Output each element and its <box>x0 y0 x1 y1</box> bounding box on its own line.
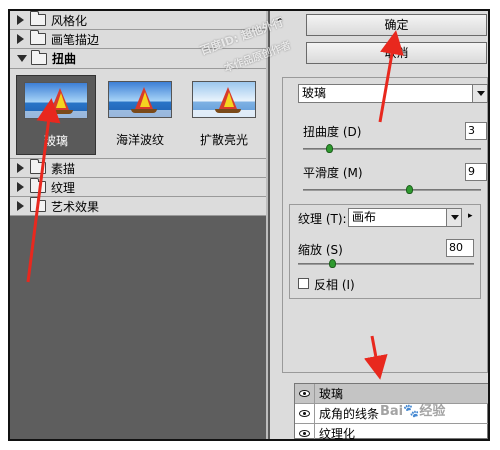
category-label: 风格化 <box>51 13 88 28</box>
filter-select[interactable]: 玻璃 <box>298 84 488 103</box>
chevron-down-icon[interactable] <box>472 85 487 102</box>
collapse-triangle-icon[interactable] <box>17 55 27 62</box>
expand-triangle-icon[interactable] <box>17 163 24 173</box>
scaling-label: 缩放 (S) <box>298 243 343 257</box>
filter-settings-panel: ⌃ 确定 取消 玻璃 扭曲度 (D) 3 平滑度 (M) 9 纹理 (T): 画… <box>270 11 488 439</box>
category-sketch[interactable]: 素描 <box>10 159 266 178</box>
folder-icon <box>30 11 46 26</box>
distortion-input[interactable]: 3 <box>465 122 487 140</box>
category-texture[interactable]: 纹理 <box>10 178 266 197</box>
eye-icon[interactable] <box>295 404 315 423</box>
layer-label: 玻璃 <box>319 387 344 401</box>
filter-options-box: 玻璃 扭曲度 (D) 3 平滑度 (M) 9 纹理 (T): 画布 ▸ 缩放 (… <box>282 77 488 373</box>
cancel-button[interactable]: 取消 <box>306 42 487 64</box>
folder-icon <box>30 159 46 174</box>
thumbnail-label: 扩散亮光 <box>199 133 248 147</box>
texture-select-value: 画布 <box>352 210 377 224</box>
expand-triangle-icon[interactable] <box>17 201 24 211</box>
invert-label: 反相 (I) <box>314 278 355 292</box>
filter-gallery-panel: 风格化 画笔描边 扭曲 玻璃 海洋波纹 扩散亮光 素描 纹理 艺术效果 <box>10 11 268 439</box>
layer-label: 纹理化 <box>319 427 356 441</box>
texture-group: 纹理 (T): 画布 ▸ 缩放 (S) 80 反相 (I) <box>289 204 481 299</box>
category-label: 纹理 <box>51 180 76 195</box>
thumbnail-glass[interactable]: 玻璃 <box>16 75 96 155</box>
smoothness-slider-thumb[interactable] <box>405 185 413 194</box>
open-folder-icon <box>31 49 47 65</box>
scaling-slider-track[interactable] <box>298 263 474 265</box>
gallery-empty-area <box>10 219 266 439</box>
layer-row[interactable]: 纹理化 <box>295 424 488 441</box>
chevron-down-icon[interactable] <box>446 209 461 226</box>
category-label: 素描 <box>51 161 76 176</box>
smoothness-input[interactable]: 9 <box>465 163 487 181</box>
expand-triangle-icon[interactable] <box>17 182 24 192</box>
distortion-label: 扭曲度 (D) <box>303 125 362 139</box>
diffuse-glow-preview-image <box>192 81 256 118</box>
folder-icon <box>30 197 46 212</box>
folder-icon <box>30 178 46 193</box>
texture-label: 纹理 (T): <box>298 212 347 226</box>
thumbnail-ocean-ripple[interactable]: 海洋波纹 <box>98 75 182 155</box>
eye-icon[interactable] <box>295 384 315 403</box>
category-artistic[interactable]: 艺术效果 <box>10 197 266 216</box>
ocean-ripple-preview-image <box>108 81 172 118</box>
texture-menu-icon[interactable]: ▸ <box>468 211 473 221</box>
expand-triangle-icon[interactable] <box>17 15 24 25</box>
thumbnail-diffuse-glow[interactable]: 扩散亮光 <box>182 75 266 155</box>
layer-label: 成角的线条 <box>319 407 380 421</box>
filter-select-value: 玻璃 <box>302 86 327 100</box>
folder-icon <box>30 30 46 45</box>
glass-preview-image <box>24 82 88 119</box>
expand-triangle-icon[interactable] <box>17 34 24 44</box>
category-label: 扭曲 <box>52 52 77 66</box>
invert-checkbox[interactable] <box>298 278 309 289</box>
distort-thumbnails: 玻璃 海洋波纹 扩散亮光 <box>10 69 266 159</box>
watermark-baidu-logo: Bai🐾经验 <box>380 404 446 419</box>
scaling-input[interactable]: 80 <box>446 239 474 257</box>
ok-button[interactable]: 确定 <box>306 14 487 36</box>
texture-select[interactable]: 画布 <box>348 208 462 227</box>
smoothness-label: 平滑度 (M) <box>303 166 363 180</box>
thumbnail-label: 海洋波纹 <box>115 133 164 147</box>
filter-gallery-window: 风格化 画笔描边 扭曲 玻璃 海洋波纹 扩散亮光 素描 纹理 艺术效果 ⌃ 确定… <box>8 9 490 441</box>
category-stylize[interactable]: 风格化 <box>10 11 266 30</box>
eye-icon[interactable] <box>295 424 315 439</box>
category-label: 艺术效果 <box>51 199 100 214</box>
smoothness-slider-track[interactable] <box>303 189 481 191</box>
category-label: 画笔描边 <box>51 32 100 47</box>
thumbnail-label: 玻璃 <box>43 134 68 148</box>
distortion-slider-thumb[interactable] <box>325 144 333 153</box>
scaling-slider-thumb[interactable] <box>329 259 337 268</box>
